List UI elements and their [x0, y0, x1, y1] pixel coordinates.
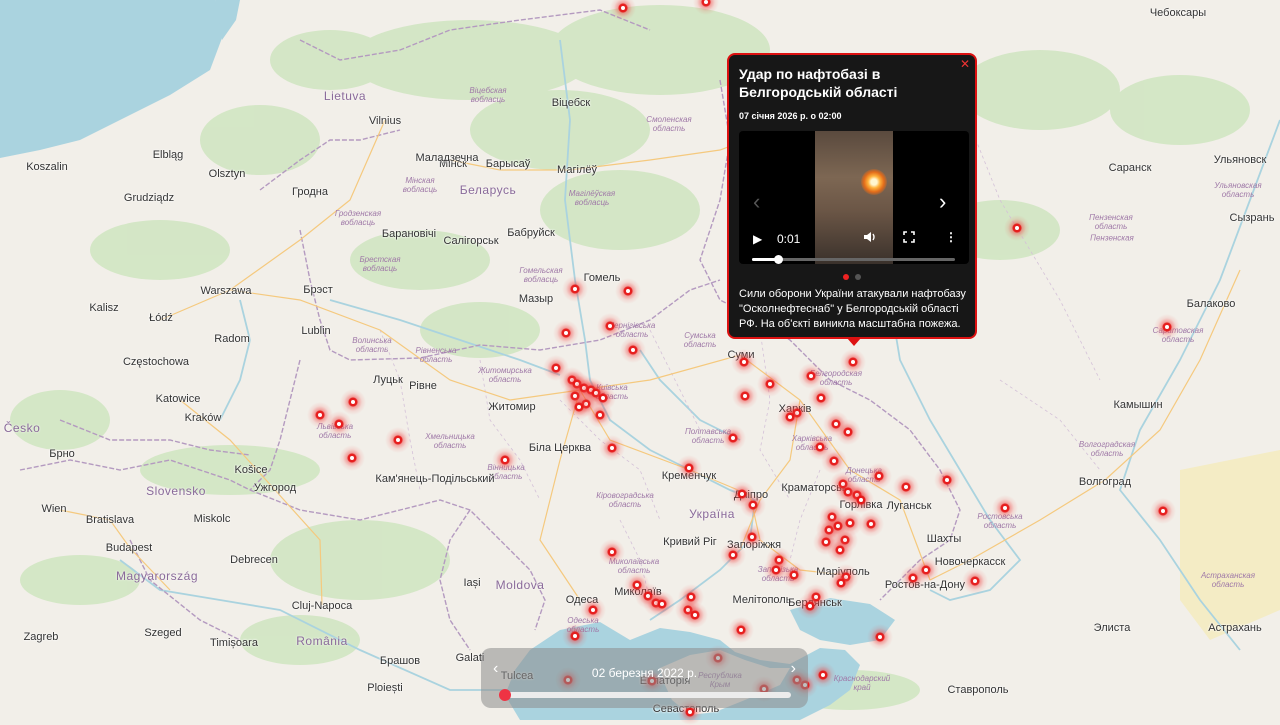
event-marker[interactable]: [992, 495, 1018, 521]
event-marker[interactable]: [676, 455, 702, 481]
event-marker[interactable]: [587, 402, 613, 428]
event-marker[interactable]: [615, 278, 641, 304]
event-marker[interactable]: [720, 542, 746, 568]
event-marker[interactable]: [827, 537, 853, 563]
event-marker[interactable]: [835, 419, 861, 445]
popup-date: 07 січня 2026 р. о 02:00: [739, 111, 842, 121]
event-marker[interactable]: [620, 337, 646, 363]
event-marker[interactable]: [866, 463, 892, 489]
event-marker[interactable]: [781, 562, 807, 588]
event-marker[interactable]: [1154, 314, 1180, 340]
video-player[interactable]: ‹ › ▶ 0:01 ⋮: [739, 131, 969, 264]
event-marker[interactable]: [840, 349, 866, 375]
event-marker[interactable]: [562, 623, 588, 649]
event-marker[interactable]: [777, 404, 803, 430]
video-progress-knob[interactable]: [774, 255, 784, 264]
fire-thumbnail: [861, 169, 887, 195]
event-marker[interactable]: [757, 371, 783, 397]
video-progress-bar[interactable]: [752, 255, 955, 264]
event-marker[interactable]: [599, 435, 625, 461]
event-marker[interactable]: [808, 385, 834, 411]
video-frame: [815, 131, 893, 264]
event-marker[interactable]: [720, 425, 746, 451]
steppe-area: [1180, 450, 1280, 640]
timeline-control: ‹ › 02 березня 2022 р.: [481, 648, 808, 708]
play-icon[interactable]: ▶: [753, 232, 762, 246]
event-marker[interactable]: [810, 662, 836, 688]
event-marker[interactable]: [553, 320, 579, 346]
prev-media-icon[interactable]: ‹: [753, 189, 760, 215]
close-icon[interactable]: ✕: [960, 57, 970, 71]
timeline-slider[interactable]: [498, 689, 791, 701]
event-marker[interactable]: [728, 617, 754, 643]
media-dot[interactable]: [855, 274, 861, 280]
event-marker[interactable]: [682, 602, 708, 628]
event-marker[interactable]: [580, 597, 606, 623]
event-marker[interactable]: [828, 570, 854, 596]
event-marker[interactable]: [492, 447, 518, 473]
more-options-icon[interactable]: ⋮: [945, 230, 957, 244]
event-marker[interactable]: [848, 487, 874, 513]
event-marker[interactable]: [326, 411, 352, 437]
event-marker[interactable]: [729, 481, 755, 507]
event-popup: ✕ Удар по нафтобазі в Белгородській обла…: [727, 53, 977, 346]
media-dot[interactable]: [843, 274, 849, 280]
event-marker[interactable]: [385, 427, 411, 453]
popup-description: Сили оборони України атакували нафтобазу…: [739, 288, 966, 330]
event-marker[interactable]: [649, 591, 675, 617]
event-marker[interactable]: [339, 445, 365, 471]
event-marker[interactable]: [1150, 498, 1176, 524]
next-media-icon[interactable]: ›: [939, 189, 946, 215]
event-marker[interactable]: [1004, 215, 1030, 241]
event-marker[interactable]: [797, 593, 823, 619]
event-marker[interactable]: [597, 313, 623, 339]
event-marker[interactable]: [893, 474, 919, 500]
event-marker[interactable]: [599, 539, 625, 565]
event-marker[interactable]: [562, 276, 588, 302]
volume-icon[interactable]: [863, 231, 877, 246]
event-marker[interactable]: [867, 624, 893, 650]
event-marker[interactable]: [732, 383, 758, 409]
video-time: 0:01: [777, 232, 801, 246]
event-marker[interactable]: [900, 565, 926, 591]
event-marker[interactable]: [731, 349, 757, 375]
event-marker[interactable]: [934, 467, 960, 493]
popup-title: Удар по нафтобазі в Белгородській област…: [739, 66, 898, 100]
event-marker[interactable]: [962, 568, 988, 594]
timeline-knob[interactable]: [498, 689, 511, 701]
media-pagination: [729, 267, 975, 285]
timeline-date: 02 березня 2022 р.: [591, 666, 698, 680]
fullscreen-icon[interactable]: [903, 231, 915, 246]
